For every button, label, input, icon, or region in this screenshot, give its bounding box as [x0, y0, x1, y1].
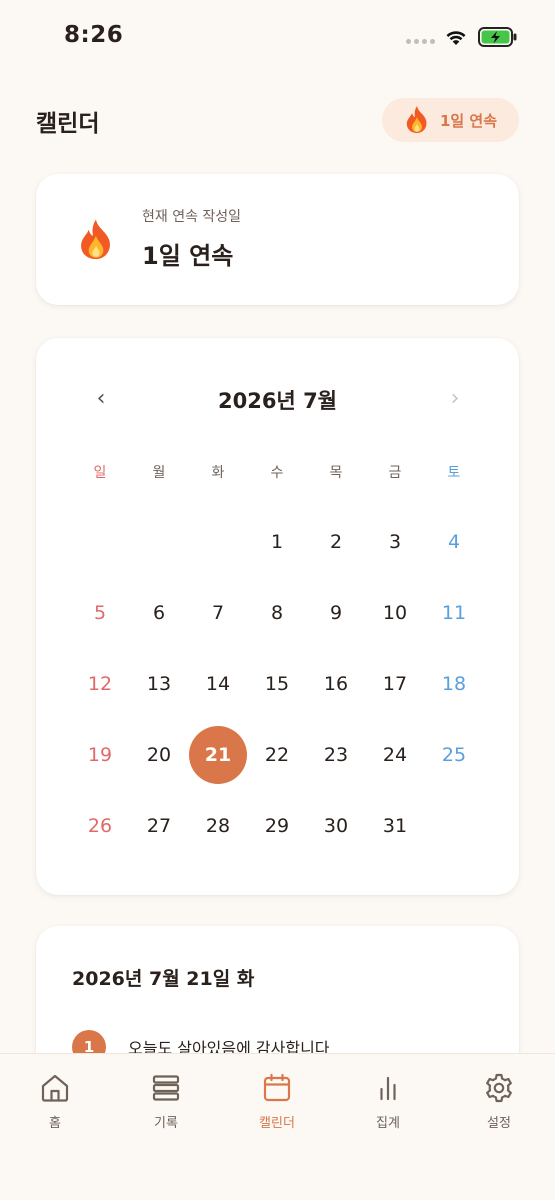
calendar-day-3[interactable]: 3	[366, 513, 424, 571]
tab-home[interactable]: 홈	[10, 1072, 100, 1131]
calendar-day-21[interactable]: 21	[189, 726, 247, 784]
calendar-day-11[interactable]: 11	[425, 584, 483, 642]
calendar-day-29[interactable]: 29	[248, 797, 306, 855]
battery-charging-icon	[478, 27, 517, 47]
calendar-day-23[interactable]: 23	[307, 726, 365, 784]
calendar-day-18[interactable]: 18	[425, 655, 483, 713]
calendar-day-10[interactable]: 10	[366, 584, 424, 642]
home-icon	[41, 1074, 69, 1102]
bottom-tab-bar: 홈 기록 캘린더 집계 설정	[0, 1053, 555, 1200]
tab-settings[interactable]: 설정	[454, 1072, 544, 1131]
weekday-mon: 월	[152, 465, 166, 481]
calendar-day-22[interactable]: 22	[248, 726, 306, 784]
cellular-signal-icon	[406, 39, 435, 44]
calendar-day-15[interactable]: 15	[248, 655, 306, 713]
weekday-row: 일 월 화 수 목 금 토	[36, 462, 519, 486]
calendar-card: ‹ 2026년 7월 › 일 월 화 수 목 금 토 1 2 3 4 5 6 7 8 9 10 11…	[36, 338, 519, 895]
weekday-sat: 토	[447, 465, 461, 481]
weekday-wed: 수	[270, 465, 284, 481]
tab-stats[interactable]: 집계	[343, 1072, 433, 1131]
streak-value: 1일 연속	[142, 242, 234, 270]
gear-icon	[486, 1073, 512, 1103]
calendar-day-8[interactable]: 8	[248, 584, 306, 642]
list-icon	[152, 1075, 180, 1101]
status-bar: 8:26	[0, 0, 555, 70]
tab-records[interactable]: 기록	[121, 1072, 211, 1131]
calendar-day-27[interactable]: 27	[130, 797, 188, 855]
calendar-day-25[interactable]: 25	[425, 726, 483, 784]
streak-badge[interactable]: 1일 연속	[382, 98, 519, 142]
calendar-day-12[interactable]: 12	[71, 655, 129, 713]
calendar-day-2[interactable]: 2	[307, 513, 365, 571]
page-title: 캘린더	[36, 111, 100, 137]
calendar-day-20[interactable]: 20	[130, 726, 188, 784]
status-time: 8:26	[64, 22, 124, 48]
calendar-day-28[interactable]: 28	[189, 797, 247, 855]
streak-label: 현재 연속 작성일	[142, 209, 242, 225]
calendar-day-1[interactable]: 1	[248, 513, 306, 571]
calendar-day-7[interactable]: 7	[189, 584, 247, 642]
next-month-button[interactable]: ›	[440, 382, 470, 414]
calendar-day-6[interactable]: 6	[130, 584, 188, 642]
tab-label: 캘린더	[259, 1116, 295, 1131]
fire-icon	[406, 106, 427, 133]
weekday-tue: 화	[211, 465, 225, 481]
streak-card: 현재 연속 작성일 1일 연속	[36, 174, 519, 305]
wifi-icon	[446, 31, 466, 45]
calendar-day-31[interactable]: 31	[366, 797, 424, 855]
tab-label: 설정	[487, 1116, 511, 1131]
streak-badge-label: 1일 연속	[439, 111, 498, 130]
calendar-day-5[interactable]: 5	[71, 584, 129, 642]
calendar-day-16[interactable]: 16	[307, 655, 365, 713]
calendar-day-24[interactable]: 24	[366, 726, 424, 784]
tab-label: 기록	[154, 1116, 178, 1131]
calendar-header: ‹ 2026년 7월 ›	[36, 382, 519, 414]
weekday-thu: 목	[329, 465, 343, 481]
calendar-day-19[interactable]: 19	[71, 726, 129, 784]
selected-date-title: 2026년 7월 21일 화	[72, 968, 255, 990]
calendar-day-26[interactable]: 26	[71, 797, 129, 855]
tab-label: 홈	[49, 1116, 61, 1131]
calendar-day-14[interactable]: 14	[189, 655, 247, 713]
weekday-sun: 일	[93, 465, 107, 481]
bar-chart-icon	[380, 1076, 396, 1101]
fire-icon	[81, 219, 110, 260]
calendar-icon	[263, 1073, 291, 1102]
tab-calendar[interactable]: 캘린더	[232, 1072, 322, 1131]
calendar-day-13[interactable]: 13	[130, 655, 188, 713]
calendar-day-30[interactable]: 30	[307, 797, 365, 855]
calendar-day-4[interactable]: 4	[425, 513, 483, 571]
calendar-day-9[interactable]: 9	[307, 584, 365, 642]
weekday-fri: 금	[388, 465, 402, 481]
calendar-day-17[interactable]: 17	[366, 655, 424, 713]
tab-label: 집계	[376, 1116, 400, 1131]
